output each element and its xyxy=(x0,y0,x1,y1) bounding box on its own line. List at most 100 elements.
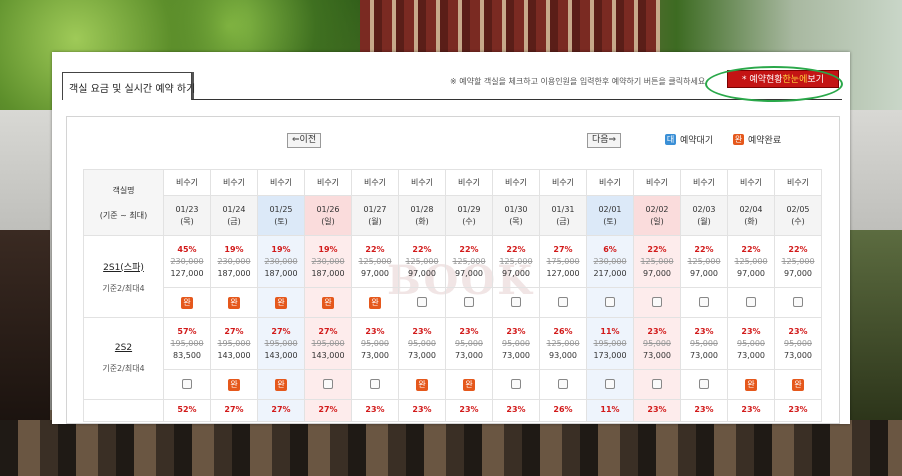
price-cell: 23% xyxy=(727,399,775,422)
room-checkbox[interactable] xyxy=(699,378,709,389)
sale-price: 97,000 xyxy=(455,268,483,278)
price-cell: 22% 125,000 97,000 xyxy=(492,235,540,288)
season-cell: 비수기 xyxy=(633,169,681,196)
next-button[interactable]: 다음⇒ xyxy=(587,133,622,148)
discount-percent: 23% xyxy=(412,326,432,336)
price-cell: 23% xyxy=(492,399,540,422)
discount-percent: 23% xyxy=(741,326,761,336)
day-of-week-label: (일) xyxy=(650,216,664,226)
price-cell: 23% xyxy=(398,399,446,422)
reservation-notice: ※ 예약할 객실을 체크하고 이용인원을 입력한후 예약하기 버튼을 클릭하세요… xyxy=(450,77,708,86)
rates-table: 객실명 (기준 ~ 최대) 비수기 비수기 비수기 비수기 비수기 비수기 비수기 비수기 비수기 비… xyxy=(83,169,822,422)
select-cell xyxy=(680,369,728,400)
room-checkbox[interactable] xyxy=(746,296,756,307)
price-cell: 6% 230,000 217,000 xyxy=(586,235,634,288)
room-checkbox[interactable] xyxy=(417,296,427,307)
price-cell: 23% 95,000 73,000 xyxy=(351,317,399,370)
date-label: 02/03 xyxy=(692,204,716,214)
original-price: 195,000 xyxy=(217,338,251,348)
select-cell xyxy=(304,369,352,400)
original-price: 125,000 xyxy=(358,256,392,266)
day-of-week-label: (월) xyxy=(697,216,711,226)
discount-percent: 52% xyxy=(177,405,197,414)
room-checkbox[interactable] xyxy=(605,296,615,307)
original-price: 125,000 xyxy=(687,256,721,266)
sale-price: 73,000 xyxy=(737,350,765,360)
date-cell: 01/29 (수) xyxy=(445,195,493,236)
discount-percent: 19% xyxy=(271,244,291,254)
room-checkbox[interactable] xyxy=(699,296,709,307)
background-bottom-bridge xyxy=(0,420,902,476)
room-checkbox[interactable] xyxy=(464,296,474,307)
room-name-link[interactable]: 2S1(스파) xyxy=(84,260,163,273)
discount-percent: 22% xyxy=(412,244,432,254)
select-cell xyxy=(633,369,681,400)
completed-icon: 완 xyxy=(733,134,744,145)
select-cell: 완 xyxy=(257,369,305,400)
room-checkbox[interactable] xyxy=(605,378,615,389)
select-cell xyxy=(680,287,728,318)
price-cell: 27% xyxy=(210,399,258,422)
discount-percent: 27% xyxy=(271,326,291,336)
discount-percent: 27% xyxy=(553,244,573,254)
sale-price: 127,000 xyxy=(170,268,204,278)
room-checkbox[interactable] xyxy=(511,378,521,389)
date-cell: 02/02 (일) xyxy=(633,195,681,236)
season-cell: 비수기 xyxy=(539,169,587,196)
room-checkbox[interactable] xyxy=(558,378,568,389)
completed-badge: 완 xyxy=(275,296,287,309)
completed-badge: 완 xyxy=(792,378,804,391)
price-cell: 22% 125,000 97,000 xyxy=(445,235,493,288)
discount-percent: 23% xyxy=(694,326,714,336)
room-checkbox[interactable] xyxy=(793,296,803,307)
price-cell: 27% xyxy=(304,399,352,422)
price-cell: 22% 125,000 97,000 xyxy=(680,235,728,288)
room-name-link[interactable]: 2S2 xyxy=(84,343,163,353)
date-label: 02/05 xyxy=(786,204,810,214)
original-price: 95,000 xyxy=(643,338,671,348)
room-checkbox[interactable] xyxy=(323,378,333,389)
select-cell: 완 xyxy=(774,369,822,400)
date-row: 01/23 (목) 01/24 (금) 01/25 (토) 01/26 (일) 01/27 (월)… xyxy=(84,195,822,236)
original-price: 95,000 xyxy=(361,338,389,348)
completed-badge: 완 xyxy=(181,296,193,309)
discount-percent: 22% xyxy=(788,244,808,254)
original-price: 125,000 xyxy=(640,256,674,266)
price-cell: 23% 95,000 73,000 xyxy=(445,317,493,370)
sale-price: 97,000 xyxy=(784,268,812,278)
date-label: 01/27 xyxy=(363,204,387,214)
sale-price: 143,000 xyxy=(311,350,345,360)
select-cell: 완 xyxy=(445,369,493,400)
price-cell: 23% xyxy=(351,399,399,422)
price-cell: 22% 125,000 97,000 xyxy=(398,235,446,288)
room-checkbox[interactable] xyxy=(511,296,521,307)
legend-completed: 완 예약완료 xyxy=(733,133,781,146)
original-price: 195,000 xyxy=(170,338,204,348)
original-price: 125,000 xyxy=(499,256,533,266)
room-checkbox[interactable] xyxy=(652,378,662,389)
price-cell: 26% xyxy=(539,399,587,422)
discount-percent: 57% xyxy=(177,326,197,336)
panel-header: 객실 요금 및 실시간 예약 하기 ※ 예약할 객실을 체크하고 이용인원을 입… xyxy=(52,52,850,102)
price-cell: 23% 95,000 73,000 xyxy=(774,317,822,370)
price-cell: 23% xyxy=(633,399,681,422)
date-navigation: ⇐이전 다음⇒ 대 예약대기 완 예약완료 xyxy=(67,129,841,153)
background-right-scene xyxy=(850,230,902,430)
price-cell: 23% 95,000 73,000 xyxy=(680,317,728,370)
room-checkbox[interactable] xyxy=(182,378,192,389)
discount-percent: 23% xyxy=(647,405,667,414)
room-checkbox[interactable] xyxy=(370,378,380,389)
prev-button[interactable]: ⇐이전 xyxy=(287,133,322,148)
select-cell: 완 xyxy=(727,369,775,400)
date-label: 02/02 xyxy=(645,204,669,214)
room-checkbox[interactable] xyxy=(558,296,568,307)
sale-price: 187,000 xyxy=(217,268,251,278)
date-cell: 01/24 (금) xyxy=(210,195,258,236)
original-price: 195,000 xyxy=(593,338,627,348)
title-tab[interactable]: 객실 요금 및 실시간 예약 하기 xyxy=(62,72,195,100)
select-cell xyxy=(163,369,211,400)
price-cell: 23% 95,000 73,000 xyxy=(633,317,681,370)
discount-percent: 22% xyxy=(459,244,479,254)
date-label: 01/31 xyxy=(551,204,575,214)
room-checkbox[interactable] xyxy=(652,296,662,307)
